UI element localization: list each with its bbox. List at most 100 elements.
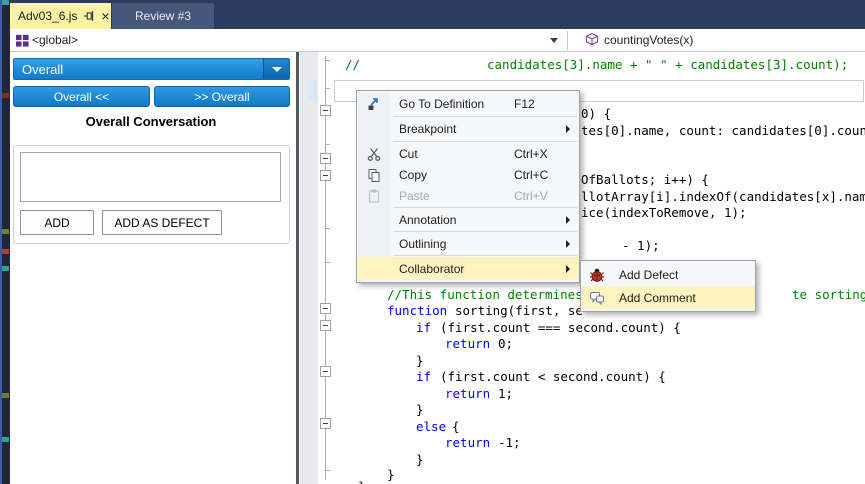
- menu-item-label: Breakpoint: [399, 122, 456, 136]
- method-cube-icon: [584, 32, 600, 48]
- outline-tick: [326, 60, 330, 61]
- collaborator-submenu: Add Defect Add Comment: [580, 260, 756, 312]
- strip-mark: [2, 393, 9, 398]
- menu-item-label: Go To Definition: [399, 97, 484, 111]
- menu-item-add-comment[interactable]: Add Comment: [581, 286, 755, 309]
- code-segment: }: [416, 353, 424, 368]
- code-segment: }: [416, 452, 424, 467]
- menu-separator: [393, 207, 577, 208]
- menu-item-copy[interactable]: Copy Ctrl+C: [357, 164, 579, 185]
- tab-label: Review #3: [135, 9, 191, 23]
- strip-mark: [2, 229, 9, 234]
- outline-tick: [326, 470, 330, 471]
- menu-item-cut[interactable]: Cut Ctrl+X: [357, 143, 579, 164]
- code-segment: (first.count === second.count) {: [440, 320, 681, 335]
- pin-icon[interactable]: [82, 9, 96, 23]
- document-tab-bar: Adv03_6.js × Review #3: [10, 0, 865, 29]
- chevron-down-icon[interactable]: [550, 38, 558, 43]
- code-segment: sorting(first, se: [455, 303, 583, 318]
- vs-review-window: Adv03_6.js × Review #3 <global> counting…: [0, 0, 865, 484]
- menu-item-label: Annotation: [399, 213, 456, 227]
- code-segment: candidates[3].name + " " + candidates[3]…: [487, 57, 848, 72]
- dropdown-arrow-button[interactable]: [263, 59, 289, 79]
- code-segment: //This function determines: [387, 287, 583, 302]
- conversation-groupbox: ADD ADD AS DEFECT: [13, 145, 290, 244]
- fold-collapse-toggle[interactable]: [320, 153, 331, 164]
- menu-shortcut: Ctrl+X: [514, 147, 548, 161]
- menu-item-paste[interactable]: PasteCtrl+V: [357, 185, 579, 206]
- tab-review-3[interactable]: Review #3: [112, 3, 214, 29]
- code-segment: }: [416, 402, 424, 417]
- add-as-defect-button[interactable]: ADD AS DEFECT: [102, 210, 222, 235]
- strip-mark: [2, 0, 9, 5]
- menu-item-label: Cut: [399, 147, 418, 161]
- menu-item-collaborator[interactable]: Collaborator: [357, 257, 579, 280]
- tab-adv03-6-js[interactable]: Adv03_6.js ×: [10, 3, 111, 29]
- copy-icon: [366, 167, 382, 183]
- breakpoint-margin[interactable]: [300, 52, 318, 484]
- code-segment: }: [358, 479, 366, 484]
- editor-context-menu: Go To Definition F12 Breakpoint Cut Ctrl+X Co…: [356, 90, 580, 283]
- menu-item-label: Add Comment: [619, 291, 696, 305]
- member-dropdown[interactable]: countingVotes(x): [604, 33, 693, 47]
- close-icon[interactable]: ×: [101, 10, 109, 22]
- editor-navigation-bar: <global> countingVotes(x): [10, 29, 865, 52]
- menu-item-annotation[interactable]: Annotation: [357, 209, 579, 230]
- code-segment: 1;: [498, 386, 513, 401]
- cut-icon: [366, 146, 382, 162]
- overall-dropdown[interactable]: Overall: [13, 58, 290, 80]
- menu-item-add-defect[interactable]: Add Defect: [581, 263, 755, 286]
- code-segment: //: [345, 57, 360, 72]
- outline-tick: [326, 228, 330, 229]
- code-segment: }: [387, 467, 395, 482]
- code-segment: {: [452, 419, 460, 434]
- code-segment: - 1);: [622, 238, 660, 253]
- code-segment: 0) {: [581, 106, 611, 121]
- menu-item-label: Paste: [399, 189, 430, 203]
- fold-collapse-toggle[interactable]: [320, 105, 331, 116]
- paste-icon: [366, 188, 382, 204]
- menu-shortcut: Ctrl+C: [514, 168, 548, 182]
- chevron-down-icon: [272, 67, 282, 72]
- menu-item-go-to-definition[interactable]: Go To Definition F12: [357, 93, 579, 115]
- fold-collapse-toggle[interactable]: [320, 320, 331, 331]
- outline-tick: [326, 262, 330, 263]
- current-line-margin-highlight: [308, 80, 317, 102]
- add-button[interactable]: ADD: [20, 210, 94, 235]
- fold-collapse-toggle[interactable]: [320, 303, 331, 314]
- code-segment: -1;: [498, 435, 521, 450]
- left-edge-strip: [0, 0, 10, 484]
- overall-prev-button[interactable]: Overall <<: [13, 86, 150, 107]
- outlining-guide-line: [325, 56, 326, 480]
- code-segment: if: [416, 369, 431, 384]
- overall-conversation-heading: Overall Conversation: [10, 114, 292, 129]
- menu-item-label: Outlining: [399, 237, 446, 251]
- fold-collapse-toggle[interactable]: [320, 366, 331, 377]
- outline-tick: [326, 88, 330, 89]
- menu-shortcut: F12: [514, 97, 535, 111]
- code-segment: return: [445, 435, 490, 450]
- menu-separator: [393, 141, 577, 142]
- review-panel: Overall Overall << >> Overall Overall Co…: [10, 52, 292, 484]
- menu-separator: [393, 116, 577, 117]
- code-segment: return: [445, 386, 490, 401]
- code-segment: else: [416, 419, 446, 434]
- scope-dropdown[interactable]: <global>: [32, 33, 78, 47]
- navbar-divider: [567, 31, 568, 50]
- code-segment: if: [416, 320, 431, 335]
- menu-item-label: Copy: [399, 168, 427, 182]
- comment-input[interactable]: [20, 152, 281, 202]
- menu-item-breakpoint[interactable]: Breakpoint: [357, 118, 579, 140]
- fold-collapse-toggle[interactable]: [320, 170, 331, 181]
- strip-mark: [2, 266, 9, 271]
- submenu-arrow-icon: [566, 216, 570, 224]
- overall-next-button[interactable]: >> Overall: [154, 86, 290, 107]
- fold-collapse-toggle[interactable]: [320, 418, 331, 429]
- menu-item-label: Collaborator: [399, 262, 464, 276]
- menu-item-outlining[interactable]: Outlining: [357, 233, 579, 254]
- code-segment: tes[0].name, count: candidates[0].count …: [581, 123, 865, 138]
- code-segment: function: [387, 303, 447, 318]
- strip-mark: [2, 249, 9, 254]
- submenu-arrow-icon: [566, 240, 570, 248]
- comment-icon: [589, 290, 605, 306]
